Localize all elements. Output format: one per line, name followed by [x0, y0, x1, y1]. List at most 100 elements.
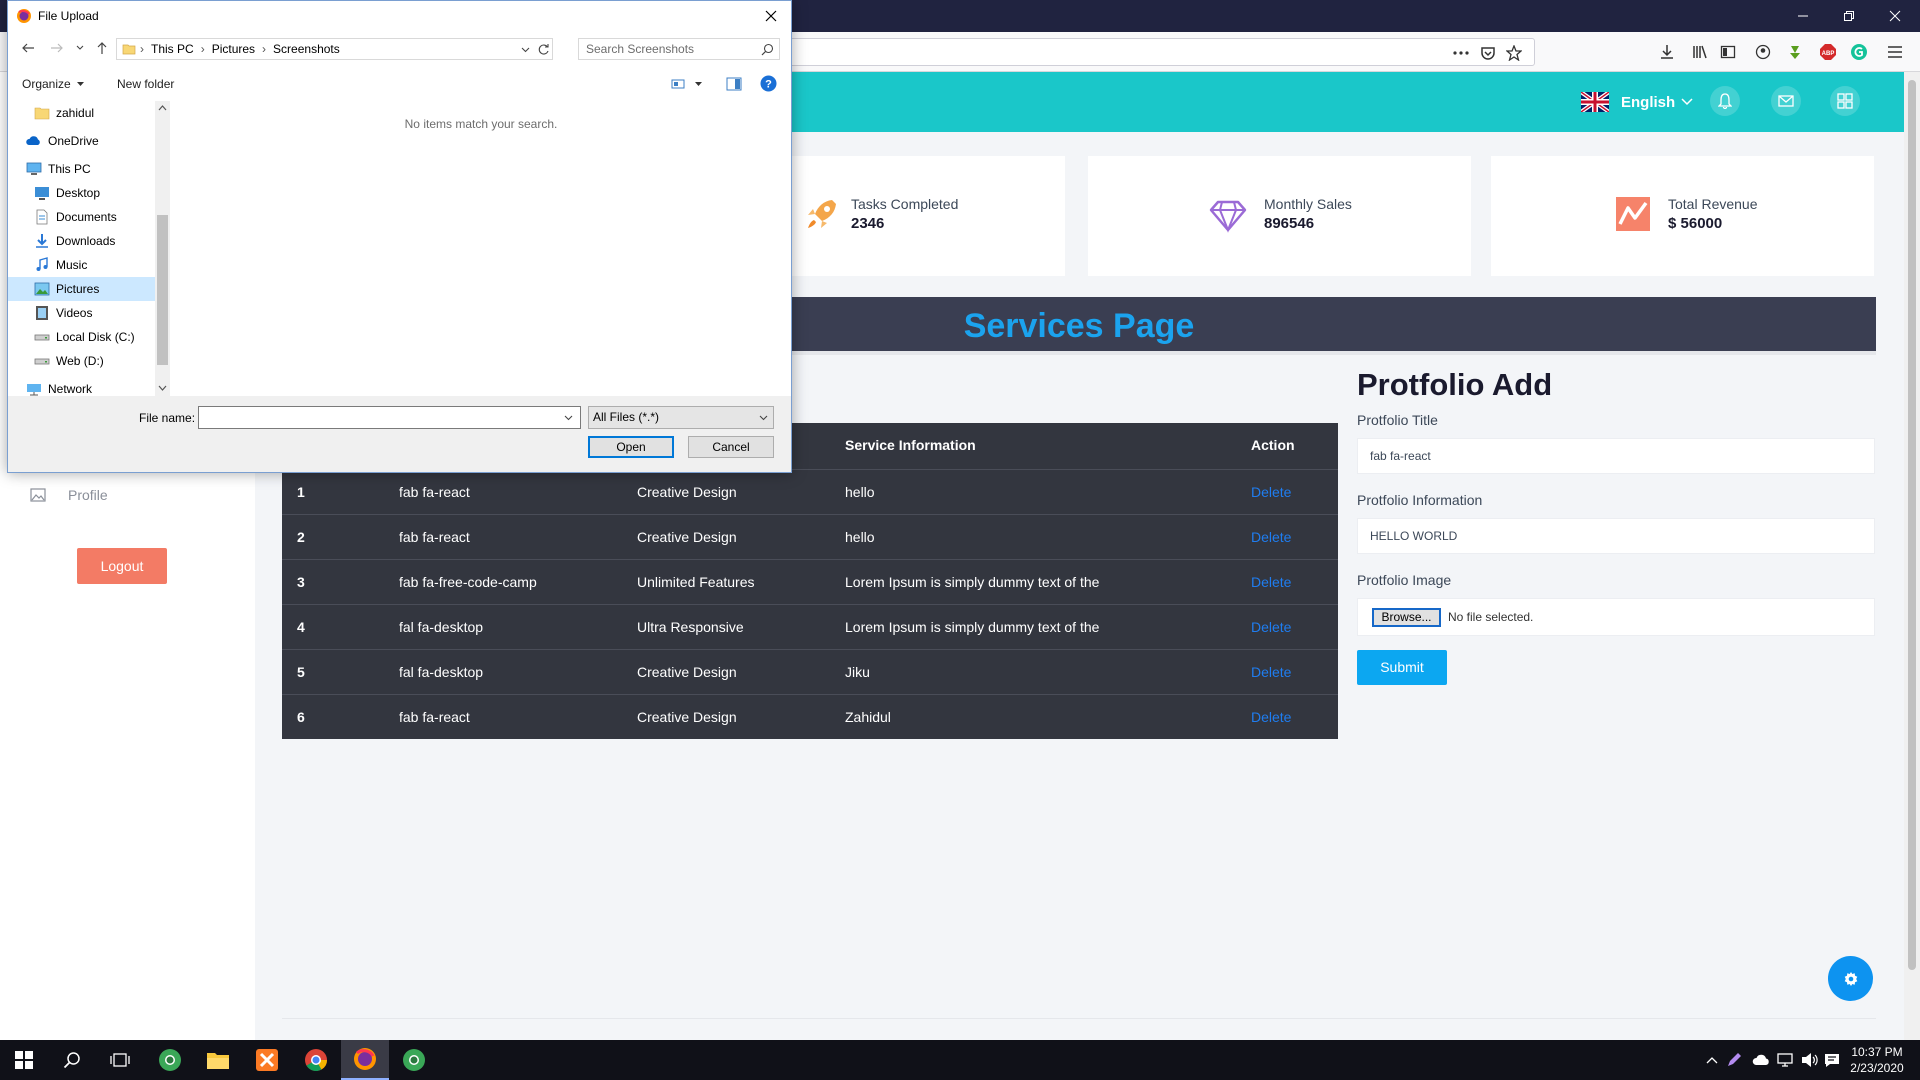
pen-icon[interactable]: [1726, 1052, 1742, 1068]
delete-link[interactable]: Delete: [1251, 605, 1291, 650]
row-icon-class: fab fa-free-code-camp: [399, 574, 537, 590]
logout-button[interactable]: Logout: [77, 548, 167, 584]
page-actions-icon[interactable]: [1451, 43, 1471, 63]
nav-item[interactable]: This PC: [8, 157, 170, 181]
taskbar-app-file-explorer[interactable]: [194, 1040, 242, 1080]
account-icon[interactable]: [1753, 42, 1773, 62]
organize-button[interactable]: Organize: [22, 77, 84, 91]
extension-green-icon[interactable]: [1785, 42, 1805, 62]
action-center-icon[interactable]: [1824, 1052, 1840, 1068]
row-title: Creative Design: [637, 709, 737, 725]
sidebar-item-profile[interactable]: Profile: [30, 485, 108, 505]
scrollbar-thumb[interactable]: [1908, 80, 1916, 970]
nav-item[interactable]: Downloads: [8, 229, 170, 253]
refresh-icon[interactable]: [537, 43, 550, 56]
search-button[interactable]: [48, 1040, 96, 1080]
nav-item[interactable]: Web (D:): [8, 349, 170, 373]
up-arrow-icon[interactable]: [96, 41, 108, 55]
tray-expand-icon[interactable]: [1706, 1056, 1718, 1064]
navigation-scroll-thumb[interactable]: [157, 215, 168, 365]
column-header-action: Action: [1251, 437, 1295, 453]
scroll-up-icon[interactable]: [158, 105, 167, 111]
file-type-select[interactable]: All Files (*.*): [588, 406, 774, 429]
taskbar-app-chrome-green-2[interactable]: [390, 1040, 438, 1080]
close-window-button[interactable]: [1872, 0, 1918, 32]
pictures-icon: [34, 282, 50, 296]
row-info: Zahidul: [845, 709, 891, 725]
taskbar-app-chrome-green[interactable]: [146, 1040, 194, 1080]
close-icon: [1889, 10, 1901, 22]
downloads-icon[interactable]: [1657, 42, 1677, 62]
nav-item[interactable]: Network: [8, 377, 170, 396]
taskbar-app-xampp[interactable]: [243, 1040, 291, 1080]
desktop-icon: [35, 187, 49, 200]
taskbar-clock[interactable]: 10:37 PM 2/23/2020: [1842, 1044, 1912, 1076]
recent-locations-chevron-icon[interactable]: [76, 45, 84, 51]
portfolio-info-input[interactable]: HELLO WORLD: [1357, 518, 1875, 554]
page-scrollbar[interactable]: [1904, 72, 1920, 1040]
nav-item[interactable]: Pictures: [8, 277, 170, 301]
delete-link[interactable]: Delete: [1251, 650, 1291, 695]
preview-pane-icon[interactable]: [726, 77, 742, 91]
navigation-scrollbar[interactable]: [155, 101, 170, 396]
start-button[interactable]: [0, 1040, 48, 1080]
chevron-down-icon[interactable]: [695, 82, 702, 87]
chevron-down-icon[interactable]: [521, 47, 530, 53]
delete-link[interactable]: Delete: [1251, 515, 1291, 560]
minimize-button[interactable]: [1780, 0, 1826, 32]
delete-link[interactable]: Delete: [1251, 695, 1291, 740]
language-selector[interactable]: English: [1581, 92, 1693, 112]
browse-button[interactable]: Browse...: [1372, 608, 1441, 627]
file-name-input[interactable]: [198, 406, 581, 429]
taskbar-app-firefox[interactable]: [341, 1040, 389, 1080]
bookmark-star-icon[interactable]: [1504, 43, 1524, 63]
open-button[interactable]: Open: [588, 436, 674, 458]
breadcrumb-item[interactable]: This PC: [151, 42, 194, 56]
cloud-icon[interactable]: [1752, 1054, 1770, 1066]
file-list-area[interactable]: No items match your search.: [171, 101, 791, 396]
breadcrumb-item[interactable]: Screenshots: [273, 42, 340, 56]
nav-item[interactable]: Videos: [8, 301, 170, 325]
settings-fab-button[interactable]: [1828, 956, 1873, 1001]
pocket-icon[interactable]: [1478, 43, 1498, 63]
nav-item[interactable]: Desktop: [8, 181, 170, 205]
dialog-close-button[interactable]: [760, 5, 782, 27]
nav-item[interactable]: zahidul: [8, 101, 170, 125]
library-icon[interactable]: [1690, 42, 1710, 62]
notifications-button[interactable]: [1710, 86, 1740, 116]
adblock-icon[interactable]: ABP: [1818, 42, 1838, 62]
back-arrow-icon[interactable]: [21, 42, 35, 54]
address-bar[interactable]: › This PC › Pictures › Screenshots: [116, 38, 553, 60]
restore-button[interactable]: [1826, 0, 1872, 32]
submit-button[interactable]: Submit: [1357, 650, 1447, 685]
portfolio-title-input[interactable]: fab fa-react: [1357, 438, 1875, 474]
sidebar-toggle-icon[interactable]: [1718, 42, 1738, 62]
search-box[interactable]: Search Screenshots: [578, 38, 780, 60]
svg-text:?: ?: [765, 79, 772, 91]
scroll-down-icon[interactable]: [158, 385, 167, 391]
forward-arrow-icon[interactable]: [50, 42, 64, 54]
help-icon[interactable]: ?: [760, 75, 777, 92]
breadcrumb-item[interactable]: Pictures: [212, 42, 255, 56]
table-row: 2 fab fa-react Creative Design hello Delete: [282, 514, 1338, 559]
taskbar-app-chrome[interactable]: [292, 1040, 340, 1080]
messages-button[interactable]: [1771, 86, 1801, 116]
volume-icon[interactable]: [1801, 1052, 1819, 1068]
delete-link[interactable]: Delete: [1251, 560, 1291, 605]
task-view-button[interactable]: [96, 1040, 144, 1080]
menu-icon[interactable]: [1885, 42, 1905, 62]
new-folder-button[interactable]: New folder: [117, 77, 174, 91]
apps-button[interactable]: [1830, 86, 1860, 116]
delete-link[interactable]: Delete: [1251, 470, 1291, 515]
row-info: hello: [845, 529, 875, 545]
url-bar[interactable]: [780, 38, 1535, 66]
chevron-down-icon[interactable]: [564, 415, 573, 421]
network-icon[interactable]: [1777, 1052, 1795, 1068]
grammarly-icon[interactable]: [1849, 42, 1869, 62]
cancel-button[interactable]: Cancel: [688, 436, 774, 458]
nav-item[interactable]: Documents: [8, 205, 170, 229]
view-options-icon[interactable]: [671, 78, 685, 90]
nav-item[interactable]: OneDrive: [8, 129, 170, 153]
nav-item[interactable]: Local Disk (C:): [8, 325, 170, 349]
nav-item[interactable]: Music: [8, 253, 170, 277]
